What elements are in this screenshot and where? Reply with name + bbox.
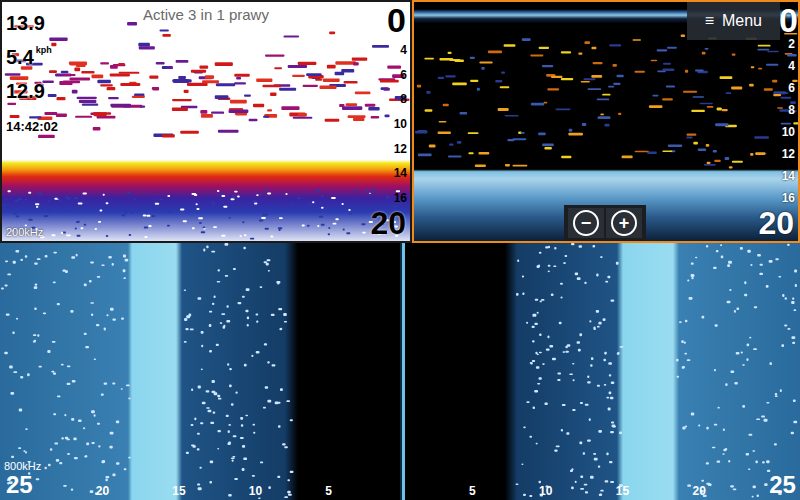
depth-tick: 14 [782, 170, 795, 182]
menu-button[interactable]: ≡Menu [687, 2, 780, 40]
readout: 5.4kph [6, 46, 58, 68]
depth-tick: 14 [394, 167, 407, 179]
sidescan-right-graphic [405, 243, 800, 500]
range-bottom: 20 [370, 206, 406, 241]
depth-tick: 10 [394, 118, 407, 130]
readout: 14:42:02 [6, 120, 58, 134]
range-tick: 15 [172, 485, 185, 498]
zoom-button[interactable]: − [568, 208, 604, 238]
range-top: 0 [779, 2, 798, 39]
top-row: Active 3 in 1 prawy13.9 5.4kph 12.9 14:42:0… [0, 0, 800, 243]
downscan-panel[interactable]: 0≡Menu 2 4 6 8 10 12 14 16 20 −+ [412, 0, 800, 243]
frequency-label: 800kHz [4, 460, 41, 472]
range-tick: 10 [249, 485, 262, 498]
readout: 12.9 [6, 80, 58, 102]
sidescan-left-panel[interactable]: 800kHz25 20 15 10 5 [0, 243, 400, 500]
source-title: Active 3 in 1 prawy [2, 6, 410, 23]
depth-tick: 4 [788, 60, 795, 72]
zoom-button[interactable]: + [606, 208, 642, 238]
depth-scale: 4 6 8 10 12 14 16 [394, 44, 407, 204]
depth-tick: 12 [394, 143, 407, 155]
range-tick: 5 [469, 485, 476, 498]
range-top: 0 [387, 2, 406, 39]
depth-tick: 6 [788, 82, 795, 94]
readout: 13.9 [6, 12, 58, 34]
depth-tick: 2 [788, 38, 795, 50]
zoom-controls: −+ [564, 205, 646, 241]
range-tick: 10 [539, 485, 552, 498]
sonar-echo-graphic [2, 2, 410, 241]
range-bottom: 20 [758, 206, 794, 241]
frequency-label: 200kHz [6, 226, 43, 238]
depth-tick: 16 [394, 192, 407, 204]
range-tick: 25 [769, 472, 796, 498]
depth-tick: 10 [782, 126, 795, 138]
depth-scale: 2 4 6 8 10 12 14 16 [782, 38, 795, 204]
sonar-panel[interactable]: Active 3 in 1 prawy13.9 5.4kph 12.9 14:42:0… [0, 0, 412, 243]
range-tick: 20 [693, 485, 706, 498]
depth-tick: 12 [782, 148, 795, 160]
depth-tick: 6 [400, 69, 407, 81]
bottom-row: 800kHz252015105510152025 [0, 243, 800, 500]
range-tick: 5 [325, 485, 332, 498]
menu-icon: ≡ [705, 12, 714, 30]
readouts: 13.9 5.4kph 12.9 14:42:02 [6, 12, 58, 134]
sidescan-right-panel[interactable]: 5 10 15 20 25 [405, 243, 800, 500]
depth-tick: 8 [788, 104, 795, 116]
range-tick: 25 [6, 472, 33, 498]
range-scale: 5 10 15 20 25 [469, 472, 796, 498]
range-tick: 15 [616, 485, 629, 498]
sidescan-left-graphic [0, 243, 400, 500]
range-scale: 25 20 15 10 5 [6, 472, 332, 498]
depth-tick: 16 [782, 192, 795, 204]
fishfinder-screen: Active 3 in 1 prawy13.9 5.4kph 12.9 14:42:0… [0, 0, 800, 500]
range-tick: 20 [96, 485, 109, 498]
depth-tick: 4 [400, 44, 407, 56]
depth-tick: 8 [400, 93, 407, 105]
